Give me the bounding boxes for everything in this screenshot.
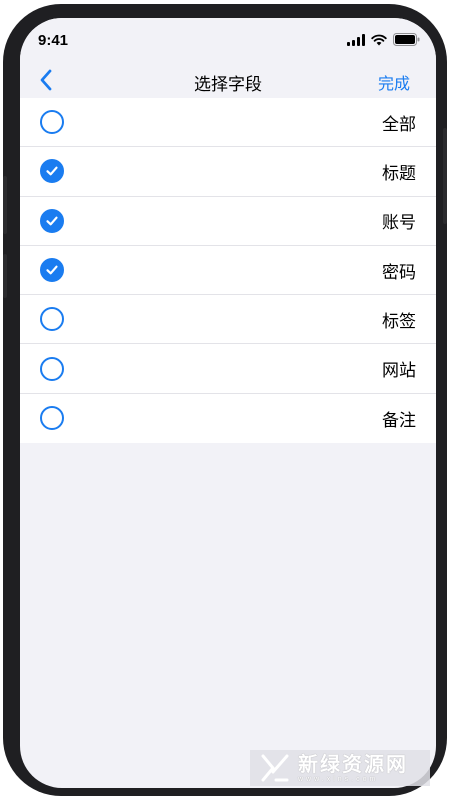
field-row-tags[interactable]: 标签 [20,295,436,345]
watermark-name: 新绿资源网 [298,751,408,776]
wifi-icon [371,34,387,45]
empty-circle-icon[interactable] [40,307,64,332]
field-row-all[interactable]: 全部 [20,98,436,148]
field-row-account[interactable]: 账号 [20,197,436,246]
field-label: 标签 [382,311,416,332]
checkmark-circle-icon[interactable] [40,159,64,184]
volume-down-button [3,254,7,298]
field-row-password[interactable]: 密码 [20,246,436,296]
field-label: 备注 [382,410,416,431]
checkmark-circle-icon[interactable] [40,258,64,283]
battery-icon [393,33,420,46]
watermark-logo-icon [261,754,289,782]
cellular-signal-icon [347,33,365,46]
checkmark-circle-icon[interactable] [40,208,64,233]
screen: 9:41 选择字段 完成 全部 标题 账号 密码 标签 网站 备注 [20,18,436,788]
field-row-notes[interactable]: 备注 [20,394,436,443]
watermark: 新绿资源网 www.xlns.com [250,750,430,786]
field-label: 全部 [382,114,416,135]
navigation-bar: 选择字段 完成 [20,62,436,98]
field-list: 全部 标题 账号 密码 标签 网站 备注 [20,98,436,444]
field-row-website[interactable]: 网站 [20,344,436,394]
field-row-title[interactable]: 标题 [20,147,436,197]
done-button[interactable]: 完成 [378,70,410,94]
field-label: 账号 [382,213,416,234]
empty-circle-icon[interactable] [40,356,64,381]
field-label: 标题 [382,163,416,184]
field-label: 密码 [382,262,416,283]
phone-frame: 9:41 选择字段 完成 全部 标题 账号 密码 标签 网站 备注 [3,4,447,796]
empty-circle-icon[interactable] [40,406,64,431]
status-time: 9:41 [38,32,69,49]
empty-circle-icon[interactable] [40,110,64,135]
status-icons [347,33,420,46]
power-button [443,128,447,224]
page-title: 选择字段 [194,75,262,95]
status-bar: 9:41 [20,18,436,62]
field-label: 网站 [382,361,416,382]
watermark-url: www.xlns.com [298,775,379,783]
volume-up-button [3,176,7,234]
